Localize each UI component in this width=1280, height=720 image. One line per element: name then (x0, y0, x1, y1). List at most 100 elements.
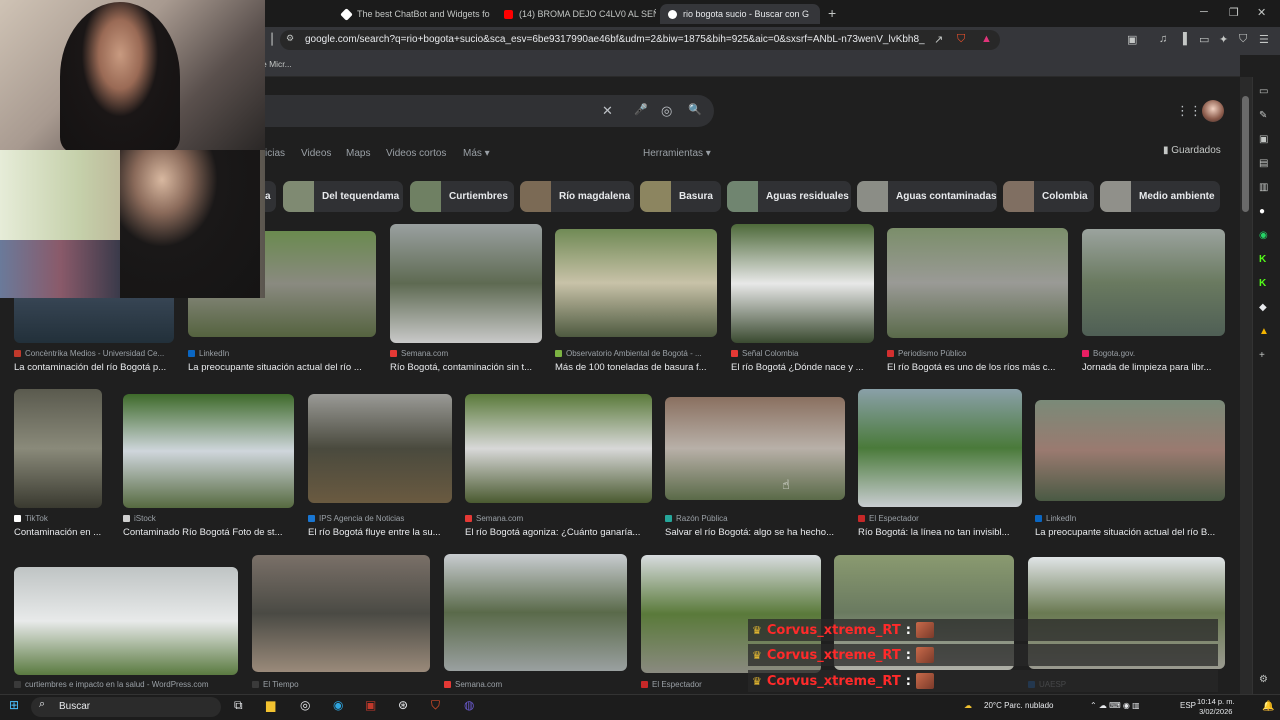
image-result-thumbnail[interactable] (390, 224, 542, 343)
file-explorer-icon[interactable]: ▆ (266, 698, 275, 712)
wallet-icon[interactable]: ▭ (1199, 33, 1209, 46)
tab-youtube[interactable]: (14) BROMA DEJO C4LV0 AL SEÑOR (496, 4, 656, 24)
result-title[interactable]: El río Bogotá fluye entre la su... (308, 527, 452, 538)
result-source[interactable]: Bogota.gov. (1082, 349, 1225, 358)
brave-shield-icon[interactable]: ⛉ (957, 33, 965, 46)
screenshot-icon[interactable]: ▣ (1127, 33, 1137, 46)
result-source[interactable]: Concèntrika Medios - Universidad Ce... (14, 349, 174, 358)
result-title[interactable]: Río Bogotá: la línea no tan invisibl... (858, 527, 1022, 538)
music-icon[interactable]: ♫ (1159, 33, 1167, 45)
maximize-button[interactable]: ❐ (1229, 6, 1239, 19)
obs-icon[interactable]: ◎ (300, 698, 310, 712)
result-title[interactable]: El río Bogotá es uno de los ríos más c..… (887, 362, 1068, 373)
image-result-thumbnail[interactable] (123, 394, 294, 508)
result-source[interactable]: Razón Pública (665, 514, 845, 523)
image-result-thumbnail[interactable] (308, 394, 452, 503)
pin-icon[interactable]: ✎ (1259, 110, 1267, 121)
app-icon[interactable]: ▣ (365, 698, 376, 712)
result-source[interactable]: LinkedIn (188, 349, 376, 358)
image-result-thumbnail[interactable] (1035, 400, 1225, 501)
image-result-thumbnail[interactable] (14, 389, 102, 508)
minimize-button[interactable]: ─ (1200, 6, 1208, 18)
add-panel-icon[interactable]: + (1259, 350, 1265, 361)
result-source[interactable]: Semana.com (390, 349, 542, 358)
sidebar-toggle-icon[interactable]: ▕ (264, 33, 272, 46)
history-side-icon[interactable]: ▥ (1259, 182, 1268, 193)
image-result-thumbnail[interactable] (887, 228, 1068, 338)
result-title[interactable]: La preocupante situación actual del río … (188, 362, 376, 373)
result-title[interactable]: Río Bogotá, contaminación sin t... (390, 362, 542, 373)
leo-ai-icon[interactable]: ✦ (1219, 33, 1228, 46)
menu-icon[interactable]: ☰ (1259, 33, 1269, 46)
result-title[interactable]: La preocupante situación actual del río … (1035, 527, 1225, 538)
nav-maps[interactable]: Maps (346, 148, 370, 159)
result-source[interactable]: Observatorio Ambiental de Bogotá - ... (555, 349, 717, 358)
result-title[interactable]: La contaminación del río Bogotá p... (14, 362, 174, 373)
nav-short-videos[interactable]: Videos cortos (386, 148, 446, 159)
image-result-thumbnail[interactable] (14, 567, 238, 675)
result-source[interactable]: LinkedIn (1035, 514, 1225, 523)
weather-text[interactable]: 20°C Parc. nublado (984, 701, 1053, 710)
app-icon[interactable]: ◆ (1259, 302, 1267, 313)
image-result-thumbnail[interactable] (665, 397, 845, 500)
notifications-icon[interactable]: 🔔 (1262, 701, 1274, 712)
image-result-thumbnail[interactable] (465, 394, 652, 503)
tab-google-search[interactable]: rio bogota sucio - Buscar con G ✕ (660, 4, 820, 24)
new-tab-button[interactable]: + (828, 5, 836, 21)
chip-filter[interactable]: Del tequendama (283, 181, 403, 212)
url-text[interactable]: google.com/search?q=rio+bogota+sucio&sca… (305, 34, 925, 45)
reading-list-icon[interactable]: ▭ (1259, 86, 1268, 97)
chip-filter[interactable]: Curtiembres (410, 181, 514, 212)
result-source[interactable]: Semana.com (465, 514, 652, 523)
image-result-thumbnail[interactable] (858, 389, 1022, 507)
wallet-side-icon[interactable]: ▣ (1259, 134, 1268, 145)
site-info-icon[interactable]: ⚙ (286, 33, 294, 44)
image-result-thumbnail[interactable] (444, 554, 627, 671)
sidebar-icon[interactable]: ▐ (1179, 33, 1187, 45)
chip-filter[interactable]: Aguas contaminadas (857, 181, 997, 212)
result-title[interactable]: Jornada de limpieza para libr... (1082, 362, 1225, 373)
close-window-button[interactable]: ✕ (1257, 6, 1266, 19)
image-result-thumbnail[interactable] (252, 555, 430, 672)
chip-filter[interactable]: Basura (640, 181, 721, 212)
nav-videos[interactable]: Videos (301, 148, 331, 159)
result-source[interactable]: Señal Colombia (731, 349, 874, 358)
chip-filter[interactable]: Río magdalena (520, 181, 634, 212)
app-icon[interactable]: ● (1259, 206, 1265, 217)
share-icon[interactable]: ↗ (934, 33, 943, 46)
tray-icons[interactable]: ⌃ ☁ ⌨ ◉ ▥ (1090, 701, 1140, 710)
kick-icon[interactable]: K (1259, 278, 1266, 289)
brave-rewards-icon[interactable]: ▲ (981, 33, 992, 45)
bookmarks-side-icon[interactable]: ▤ (1259, 158, 1268, 169)
system-clock[interactable]: 10:14 p. m. 3/02/2026 (1197, 697, 1235, 717)
result-source[interactable]: iStock (123, 514, 294, 523)
google-drive-icon[interactable]: ▲ (1259, 326, 1269, 337)
result-title[interactable]: Salvar el río Bogotá: algo se ha hecho..… (665, 527, 845, 538)
windows-start-icon[interactable]: ⊞ (9, 698, 19, 712)
tab-chatbot[interactable]: The best ChatBot and Widgets for K (334, 4, 490, 24)
tools-button[interactable]: Herramientas ▾ (643, 148, 711, 159)
result-source[interactable]: Periodismo Público (887, 349, 1068, 358)
image-result-thumbnail[interactable] (1082, 229, 1225, 336)
saved-button[interactable]: ▮ Guardados (1163, 145, 1221, 156)
image-result-thumbnail[interactable] (731, 224, 874, 343)
app-icon[interactable]: ⊛ (398, 698, 408, 712)
result-title[interactable]: El río Bogotá ¿Dónde nace y ... (731, 362, 874, 373)
result-source[interactable]: TikTok (14, 514, 102, 523)
result-title[interactable]: Más de 100 toneladas de basura f... (555, 362, 717, 373)
result-title[interactable]: Contaminado Río Bogotá Foto de st... (123, 527, 294, 538)
settings-icon[interactable]: ⚙ (1259, 674, 1268, 685)
whatsapp-icon[interactable]: ◉ (1259, 230, 1268, 241)
chip-filter[interactable]: Medio ambiente (1100, 181, 1220, 212)
chip-filter[interactable]: Aguas residuales (727, 181, 851, 212)
avatar[interactable] (1202, 100, 1224, 122)
bookmark-item[interactable]: e Micr... (262, 59, 292, 69)
result-title[interactable]: Contaminación en ... (14, 527, 102, 538)
tab-close-icon[interactable]: ✕ (809, 9, 820, 20)
result-title[interactable]: El río Bogotá agoniza: ¿Cuánto ganaría..… (465, 527, 652, 538)
google-lens-icon[interactable]: ◎ (661, 103, 672, 119)
nav-more[interactable]: Más ▾ (463, 148, 490, 159)
chip-filter[interactable]: Colombia (1003, 181, 1094, 212)
kick-icon[interactable]: K (1259, 254, 1266, 265)
result-source[interactable]: Semana.com (444, 680, 627, 689)
